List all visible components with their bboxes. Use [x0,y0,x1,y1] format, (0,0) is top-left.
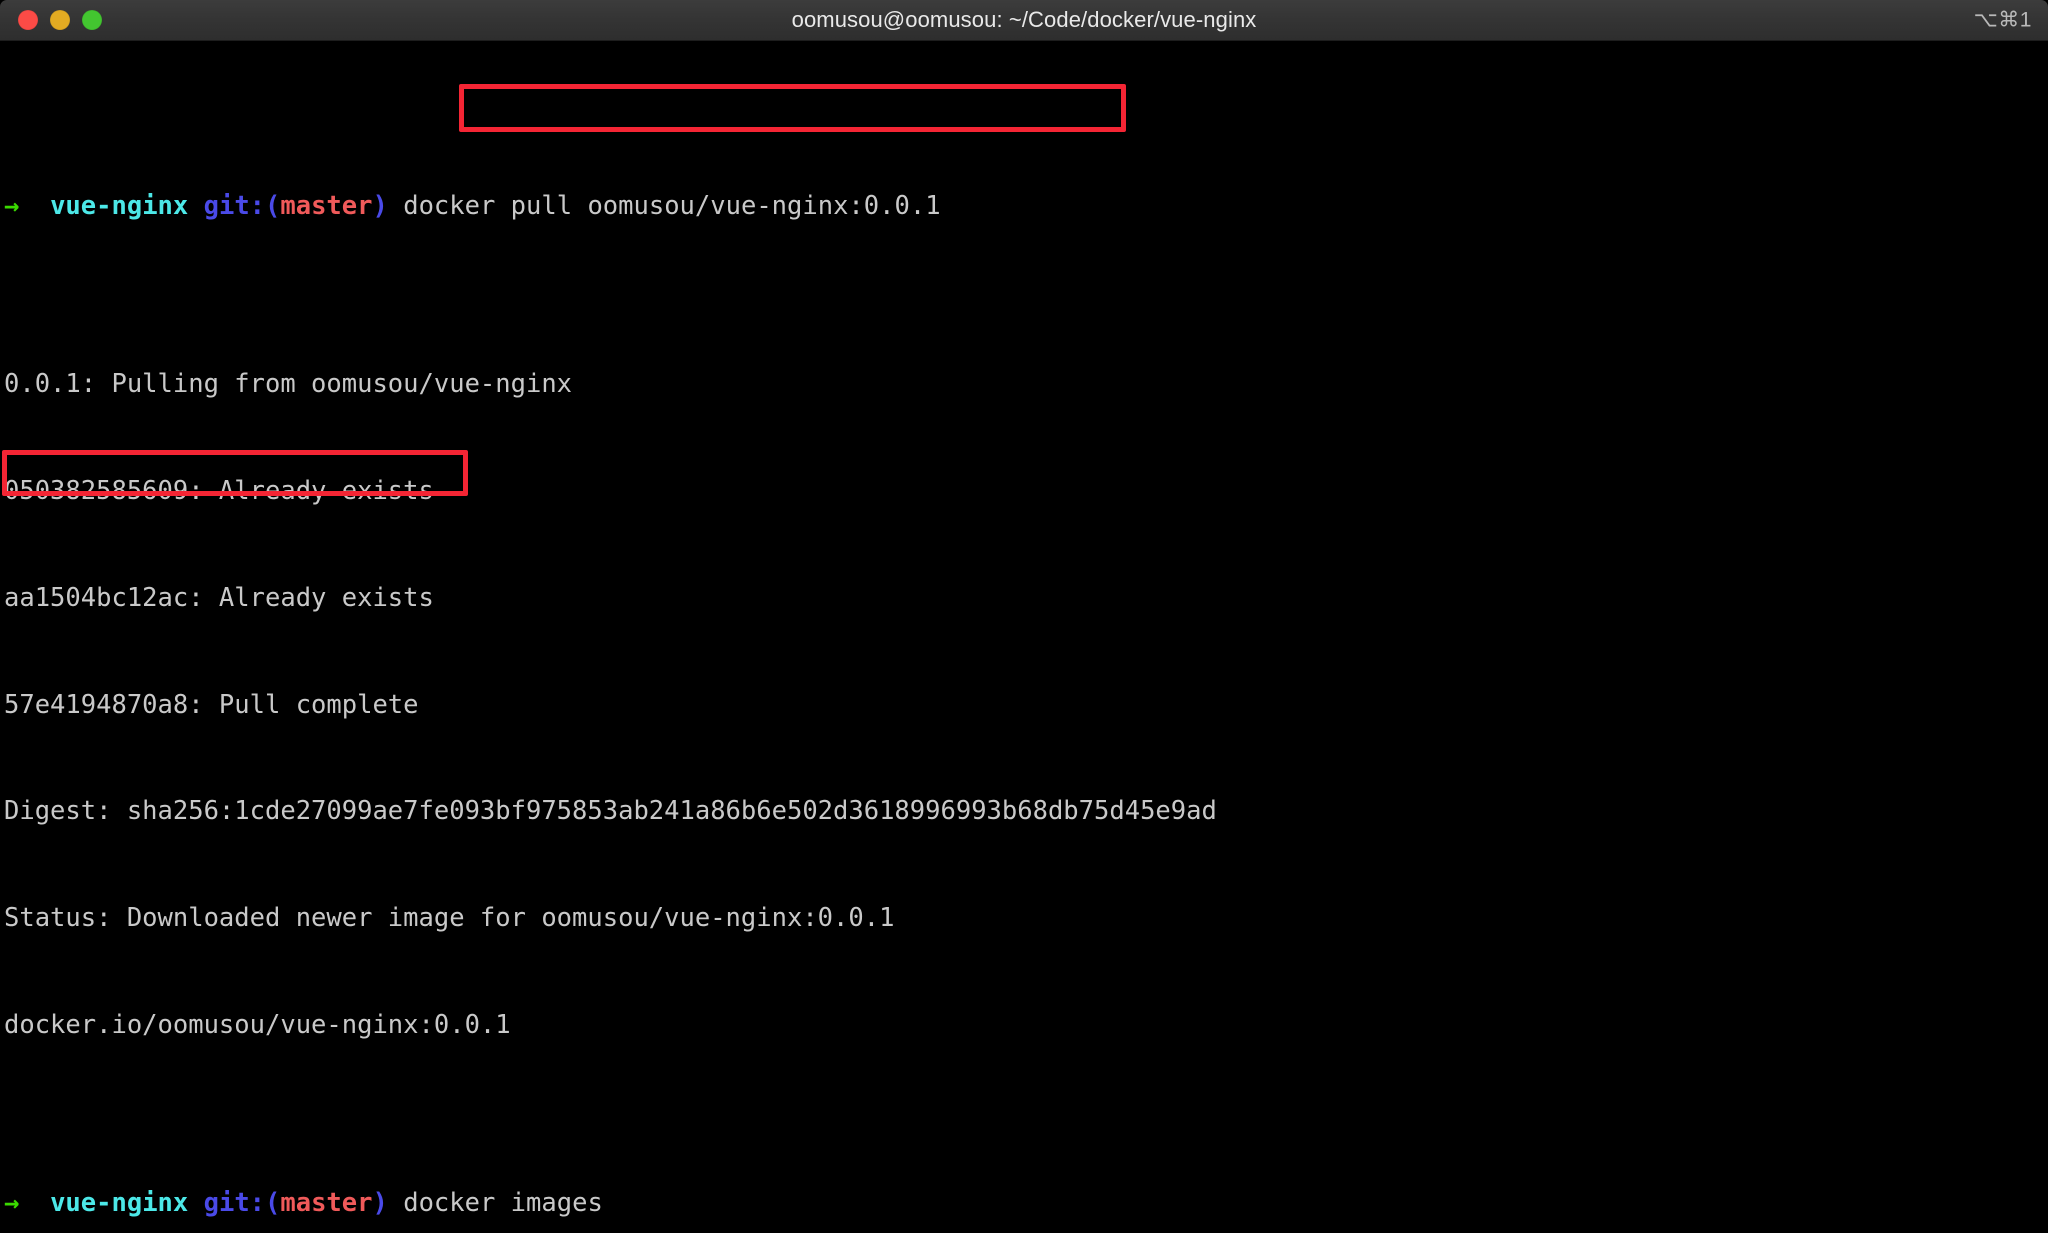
output-layer-3: 57e4194870a8: Pull complete [4,689,419,720]
terminal-output-area[interactable]: → vue-nginx git:(master) docker pull oom… [0,41,2048,1233]
close-window-button[interactable] [18,10,38,30]
prompt-space-2 [188,191,203,221]
prompt-git-branch: master [280,191,373,222]
output-layer-2: aa1504bc12ac: Already exists [4,582,434,613]
command-docker-images: docker images [403,1188,603,1218]
prompt-git-prefix-2: git:( [203,1188,281,1218]
command-docker-pull: docker pull oomusou/vue-nginx:0.0.1 [403,191,941,222]
prompt-space-6 [388,1188,403,1218]
maximize-window-button[interactable] [82,10,102,30]
prompt-space-4 [19,1188,50,1218]
prompt-directory: vue-nginx [50,191,189,222]
prompt-line-images: → vue-nginx git:(master) docker images [4,1186,2048,1222]
prompt-git-branch-2: master [280,1188,373,1218]
output-layer-1: 050382585609: Already exists [4,476,434,507]
window-controls [0,10,102,30]
prompt-git-suffix-2: ) [372,1188,388,1218]
window-title: oomusou@oomusou: ~/Code/docker/vue-nginx [791,7,1257,32]
prompt-directory-2: vue-nginx [50,1188,189,1218]
output-status: Status: Downloaded newer image for oomus… [4,903,895,934]
output-image-ref: docker.io/oomusou/vue-nginx:0.0.1 [4,1010,511,1041]
prompt-line-pull: → vue-nginx git:(master) docker pull oom… [4,189,2048,225]
prompt-space-1 [19,191,50,221]
prompt-arrow-icon: → [4,191,20,222]
prompt-arrow-icon-2: → [4,1188,20,1218]
window-titlebar: oomusou@oomusou: ~/Code/docker/vue-nginx… [0,0,2048,41]
output-digest: Digest: sha256:1cde27099ae7fe093bf975853… [4,796,1217,827]
highlight-box-pull-command [459,84,1126,132]
prompt-space-3 [388,191,403,221]
output-pulling-from: 0.0.1: Pulling from oomusou/vue-nginx [4,369,573,400]
window-shortcut-hint: ⌥⌘1 [1973,8,2032,32]
prompt-git-suffix: ) [372,191,388,222]
prompt-git-prefix: git:( [203,191,281,222]
prompt-space-5 [188,1188,203,1218]
minimize-window-button[interactable] [50,10,70,30]
terminal-window: oomusou@oomusou: ~/Code/docker/vue-nginx… [0,0,2048,1233]
